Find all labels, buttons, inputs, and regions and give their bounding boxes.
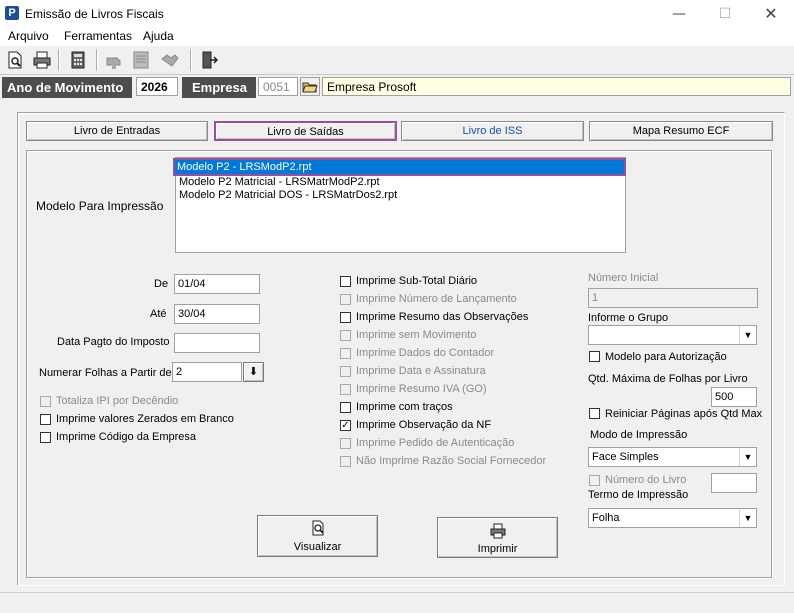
toolbar-separator	[58, 49, 60, 71]
app-icon: P	[5, 6, 19, 20]
sub-total-label: Imprime Sub-Total Diário	[356, 275, 478, 287]
qtd-maxima-field[interactable]: 500	[711, 387, 757, 407]
razao-social-label: Não Imprime Razão Social Fornecedor	[356, 455, 547, 467]
numero-lancamento-checkbox[interactable]	[340, 294, 351, 305]
codigo-empresa-checkbox[interactable]	[40, 432, 51, 443]
minimize-button[interactable]: —	[656, 0, 702, 28]
data-assinatura-label: Imprime Data e Assinatura	[356, 365, 486, 377]
termo-impressao-dropdown[interactable]: Folha ▼	[588, 508, 757, 528]
tab-livro-iss[interactable]: Livro de ISS	[401, 121, 584, 141]
termo-impressao-value: Folha	[592, 512, 620, 524]
dados-contador-checkbox[interactable]	[340, 348, 351, 359]
tab-livro-saidas[interactable]: Livro de Saídas	[214, 121, 397, 141]
observacao-nf-checkbox[interactable]: ✓	[340, 420, 351, 431]
hand-icon[interactable]	[104, 50, 124, 70]
sem-movimento-checkbox[interactable]	[340, 330, 351, 341]
empresa-name-field: Empresa Prosoft	[322, 77, 791, 96]
toolbar-separator	[190, 49, 192, 71]
data-pagto-field[interactable]	[174, 333, 260, 353]
qtd-maxima-label: Qtd. Máxima de Folhas por Livro	[588, 373, 748, 385]
reiniciar-paginas-checkbox[interactable]	[589, 408, 600, 419]
de-field[interactable]: 01/04	[174, 274, 260, 294]
numero-livro-field[interactable]	[711, 473, 757, 493]
totaliza-ipi-checkbox[interactable]	[40, 396, 51, 407]
ate-label: Até	[150, 308, 167, 320]
folder-open-icon[interactable]	[300, 77, 320, 96]
informe-grupo-label: Informe o Grupo	[588, 312, 669, 324]
modelo-label: Modelo Para Impressão	[36, 199, 164, 213]
com-tracos-label: Imprime com traços	[356, 401, 453, 413]
numero-livro-label: Número do Livro	[605, 474, 687, 486]
resumo-iva-label: Imprime Resumo IVA (GO)	[356, 383, 487, 395]
observacao-nf-label: Imprime Observação da NF	[356, 419, 492, 431]
data-pagto-label: Data Pagto do Imposto	[57, 336, 170, 348]
arrow-down-icon: ⬇	[248, 366, 259, 378]
visualizar-button[interactable]: Visualizar	[257, 515, 378, 557]
pedido-autenticacao-checkbox[interactable]	[340, 438, 351, 449]
com-tracos-checkbox[interactable]	[340, 402, 351, 413]
ano-label: Ano de Movimento	[2, 77, 132, 98]
maximize-button[interactable]: ☐	[702, 0, 748, 28]
window-title: Emissão de Livros Fiscais	[25, 7, 164, 21]
numero-livro-checkbox[interactable]	[589, 475, 600, 486]
chevron-down-icon: ▼	[739, 448, 756, 466]
sub-total-checkbox[interactable]	[340, 276, 351, 287]
numero-inicial-label: Número Inicial	[588, 272, 659, 284]
menu-ajuda[interactable]: Ajuda	[143, 29, 174, 43]
ano-field[interactable]: 2026	[136, 77, 178, 96]
close-button[interactable]: ✕	[748, 0, 794, 28]
menu-ferramentas[interactable]: Ferramentas	[64, 29, 132, 43]
print-icon[interactable]	[32, 50, 52, 70]
numerar-download-button[interactable]: ⬇	[243, 362, 264, 382]
dados-contador-label: Imprime Dados do Contador	[356, 347, 495, 359]
numerar-field[interactable]: 2	[172, 362, 242, 382]
modelo-autorizacao-label: Modelo para Autorização	[605, 351, 727, 363]
modelo-autorizacao-checkbox[interactable]	[589, 351, 600, 362]
imprimir-label: Imprimir	[477, 543, 518, 555]
empresa-label: Empresa	[182, 77, 256, 98]
valores-zerados-checkbox[interactable]	[40, 414, 51, 425]
modelo-list-item-selected[interactable]: Modelo P2 - LRSModP2.rpt	[173, 158, 626, 176]
modo-impressao-value: Face Simples	[592, 451, 659, 463]
numero-lancamento-label: Imprime Número de Lançamento	[356, 293, 517, 305]
hands-icon[interactable]	[160, 50, 180, 70]
resumo-observacoes-checkbox[interactable]	[340, 312, 351, 323]
numerar-label: Numerar Folhas a Partir de	[39, 367, 172, 379]
pedido-autenticacao-label: Imprime Pedido de Autenticação	[356, 437, 515, 449]
sem-movimento-label: Imprime sem Movimento	[356, 329, 477, 341]
preview-icon	[258, 520, 377, 539]
codigo-empresa-label: Imprime Código da Empresa	[56, 431, 197, 443]
toolbar-separator	[96, 49, 98, 71]
totaliza-ipi-label: Totaliza IPI por Decêndio	[56, 395, 179, 407]
numero-inicial-field[interactable]: 1	[588, 288, 758, 308]
reiniciar-paginas-label: Reiniciar Páginas após Qtd Max	[605, 408, 763, 420]
empresa-code-field[interactable]: 0051	[258, 77, 298, 96]
termo-impressao-label: Termo de Impressão	[588, 489, 689, 501]
status-bar	[0, 592, 794, 613]
preview-icon[interactable]	[5, 50, 25, 70]
de-label: De	[154, 278, 169, 290]
chevron-down-icon: ▼	[739, 326, 756, 344]
valores-zerados-label: Imprime valores Zerados em Branco	[56, 413, 234, 425]
informe-grupo-dropdown[interactable]: ▼	[588, 325, 757, 345]
resumo-iva-checkbox[interactable]	[340, 384, 351, 395]
print-icon	[438, 523, 557, 542]
chevron-down-icon: ▼	[739, 509, 756, 527]
razao-social-checkbox[interactable]	[340, 456, 351, 467]
modo-impressao-dropdown[interactable]: Face Simples ▼	[588, 447, 757, 467]
menu-arquivo[interactable]: Arquivo	[8, 29, 49, 43]
ate-field[interactable]: 30/04	[174, 304, 260, 324]
imprimir-button[interactable]: Imprimir	[437, 517, 558, 558]
modelo-list-item[interactable]: Modelo P2 Matricial - LRSMatrModP2.rpt	[177, 175, 380, 189]
exit-door-icon[interactable]	[199, 50, 219, 70]
tab-mapa-resumo-ecf[interactable]: Mapa Resumo ECF	[589, 121, 773, 141]
visualizar-label: Visualizar	[293, 541, 342, 553]
resumo-observacoes-label: Imprime Resumo das Observações	[356, 311, 529, 323]
data-assinatura-checkbox[interactable]	[340, 366, 351, 377]
modelo-list-item[interactable]: Modelo P2 Matricial DOS - LRSMatrDos2.rp…	[177, 188, 397, 202]
tab-livro-entradas[interactable]: Livro de Entradas	[26, 121, 208, 141]
modo-impressao-label: Modo de Impressão	[590, 429, 688, 441]
document-icon[interactable]	[131, 50, 151, 70]
calculator-icon[interactable]	[68, 50, 88, 70]
